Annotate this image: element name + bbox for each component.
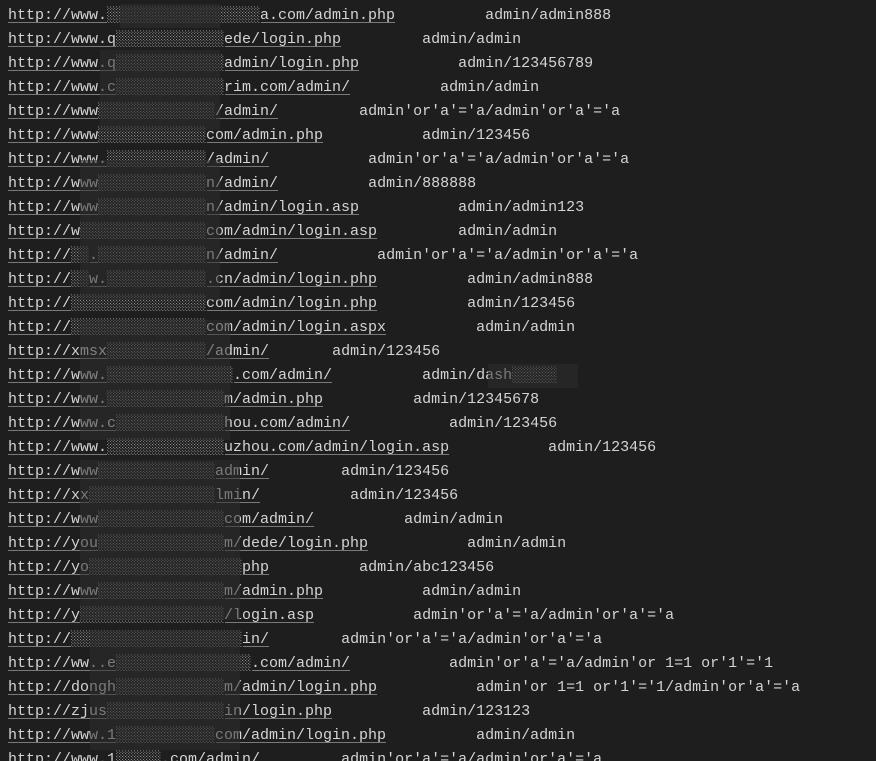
credentials-text: admin/admin bbox=[422, 31, 521, 48]
credentials-text: admin/123123 bbox=[422, 703, 530, 720]
pixelation-block bbox=[80, 320, 230, 440]
credentials-text: admin'or'a'='a/admin'or 1=1 or'1'='1 bbox=[449, 655, 773, 672]
credentials-text: admin/admin888 bbox=[485, 7, 611, 24]
credentials-text: admin/123456 bbox=[332, 343, 440, 360]
pixelation-block bbox=[80, 460, 240, 620]
credentials-text: admin/123456 bbox=[341, 463, 449, 480]
credentials-text: admin'or'a'='a/admin'or'a'='a bbox=[341, 751, 602, 761]
pixelation-block bbox=[80, 160, 220, 300]
pixelation-block bbox=[100, 50, 220, 130]
credentials-text: admin'or'a'='a/admin'or'a'='a bbox=[368, 151, 629, 168]
credentials-text: admin/123456 bbox=[548, 439, 656, 456]
credentials-text: admin'or'a'='a/admin'or'a'='a bbox=[341, 631, 602, 648]
credentials-text: admin'or'a'='a/admin'or'a'='a bbox=[413, 607, 674, 624]
credentials-text: admin'or'a'='a/admin'or'a'='a bbox=[359, 103, 620, 120]
credentials-text: admin/123456 bbox=[422, 127, 530, 144]
credentials-text: admin/admin bbox=[422, 583, 521, 600]
credentials-text: admin/abc123456 bbox=[359, 559, 494, 576]
pixelation-block bbox=[488, 364, 578, 388]
credentials-text: admin'or'a'='a/admin'or'a'='a bbox=[377, 247, 638, 264]
credentials-text: admin/123456 bbox=[350, 487, 458, 504]
credentials-text: admin/admin bbox=[458, 223, 557, 240]
credentials-text: admin/admin123 bbox=[458, 199, 584, 216]
credentials-text: admin/admin888 bbox=[467, 271, 593, 288]
credentials-text: admin/123456 bbox=[467, 295, 575, 312]
credentials-text: admin/123456 bbox=[449, 415, 557, 432]
pixelation-block bbox=[120, 4, 220, 28]
credentials-text: admin/admin bbox=[476, 319, 575, 336]
credentials-text: admin'or 1=1 or'1'='1/admin'or'a'='a bbox=[476, 679, 800, 696]
pixelation-block bbox=[90, 630, 240, 750]
credentials-text: admin/admin bbox=[467, 535, 566, 552]
credentials-text: admin/12345678 bbox=[413, 391, 539, 408]
credentials-text: admin/admin bbox=[476, 727, 575, 744]
credentials-text: admin/888888 bbox=[368, 175, 476, 192]
credentials-text: admin/admin bbox=[404, 511, 503, 528]
credentials-text: admin/123456789 bbox=[458, 55, 593, 72]
credentials-text: admin/admin bbox=[440, 79, 539, 96]
